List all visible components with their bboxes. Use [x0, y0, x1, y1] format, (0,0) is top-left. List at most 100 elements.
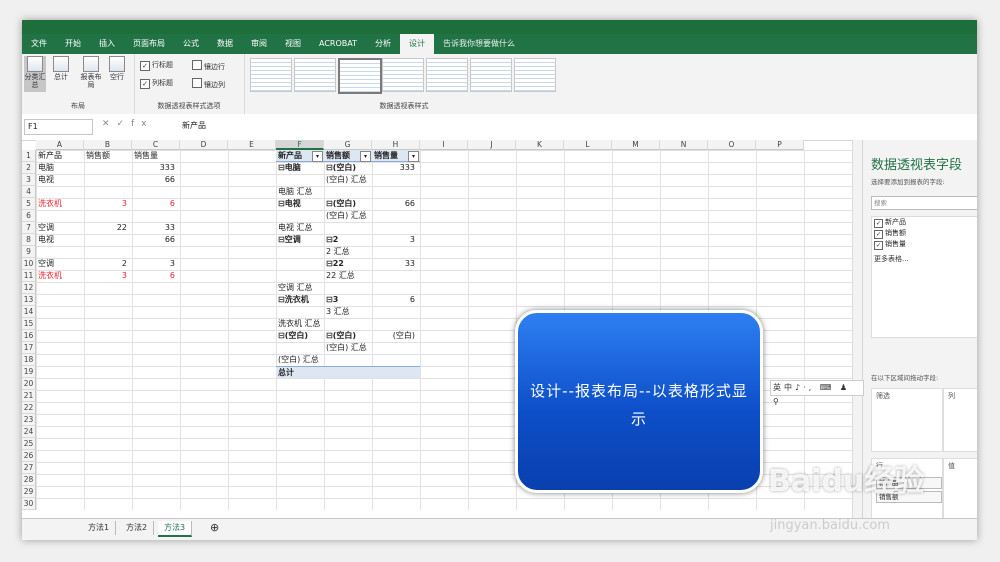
pivot-cell[interactable]: 电脑 汇总	[278, 186, 322, 198]
row-header[interactable]: 25	[22, 438, 36, 450]
table-cell[interactable]	[134, 186, 178, 198]
row-header[interactable]: 10	[22, 258, 36, 270]
filter-dropdown-icon[interactable]: ▾	[360, 151, 371, 162]
column-header[interactable]: K	[516, 140, 564, 150]
row-header[interactable]: 2	[22, 162, 36, 174]
ribbon-tab[interactable]: 设计	[400, 34, 434, 54]
row-header[interactable]: 15	[22, 318, 36, 330]
pivot-cell[interactable]: (空白) 汇总	[278, 354, 322, 366]
pivot-cell[interactable]: ⊟(空白)	[326, 198, 370, 210]
table-cell[interactable]	[38, 186, 82, 198]
pivot-cell[interactable]: 空调 汇总	[278, 282, 322, 294]
table-cell[interactable]: 电视	[38, 234, 82, 246]
pivot-cell[interactable]: (空白) 汇总	[326, 342, 370, 354]
column-header[interactable]: O	[708, 140, 756, 150]
ribbon-tab[interactable]: ACROBAT	[310, 34, 366, 54]
pivot-cell[interactable]: (空白) 汇总	[326, 210, 370, 222]
pivot-style-6[interactable]	[470, 58, 512, 92]
table-cell[interactable]	[86, 162, 130, 174]
row-header[interactable]: 21	[22, 390, 36, 402]
row-header[interactable]: 8	[22, 234, 36, 246]
add-sheet-icon[interactable]: ⊕	[204, 521, 225, 535]
pivot-cell[interactable]: 6	[374, 294, 418, 306]
row-header[interactable]: 24	[22, 426, 36, 438]
pivot-grand-total[interactable]: 总计	[276, 366, 420, 378]
table-cell[interactable]: 6	[134, 198, 178, 210]
sheet-tab[interactable]: 方法1	[82, 521, 117, 535]
row-header[interactable]: 30	[22, 498, 36, 510]
pivot-cell[interactable]	[374, 174, 418, 186]
subtotals-button[interactable]: 分类汇总	[24, 56, 46, 92]
pivot-style-2[interactable]	[294, 58, 336, 92]
pivot-cell[interactable]: ⊟3	[326, 294, 370, 306]
pivot-style-1[interactable]	[250, 58, 292, 92]
pivot-cell[interactable]: 2 汇总	[326, 246, 370, 258]
row-header[interactable]: 9	[22, 246, 36, 258]
table-cell[interactable]: 电视	[38, 174, 82, 186]
pivot-cell[interactable]	[278, 210, 322, 222]
pivot-cell[interactable]: 33	[374, 258, 418, 270]
pivot-cell[interactable]	[278, 270, 322, 282]
table-cell[interactable]: 3	[86, 198, 130, 210]
table-cell[interactable]: 空调	[38, 222, 82, 234]
table-cell[interactable]	[86, 186, 130, 198]
row-header[interactable]: 4	[22, 186, 36, 198]
sheet-tab-active[interactable]: 方法3	[158, 521, 193, 537]
filter-dropdown-icon[interactable]: ▾	[408, 151, 419, 162]
table-cell[interactable]: 22	[86, 222, 130, 234]
column-header[interactable]: P	[756, 140, 804, 150]
pivot-style-5[interactable]	[426, 58, 468, 92]
table-cell[interactable]	[86, 210, 130, 222]
more-tables-link[interactable]: 更多表格...	[872, 254, 977, 264]
pivot-cell[interactable]: 66	[374, 198, 418, 210]
pivot-cell[interactable]: (空白) 汇总	[326, 174, 370, 186]
row-header[interactable]: 22	[22, 402, 36, 414]
column-headers-checkbox[interactable]: ✓ 列标题	[140, 78, 173, 89]
pivot-style-7[interactable]	[514, 58, 556, 92]
columns-area[interactable]: 列	[943, 388, 977, 452]
table-cell[interactable]	[86, 234, 130, 246]
table-cell[interactable]: 6	[134, 270, 178, 282]
column-header[interactable]: N	[660, 140, 708, 150]
table-header[interactable]: 销售额	[86, 150, 130, 162]
fx-icon[interactable]: fx	[131, 119, 154, 129]
ribbon-tab[interactable]: 公式	[174, 34, 208, 54]
row-header[interactable]: 13	[22, 294, 36, 306]
sheet-tab[interactable]: 方法2	[120, 521, 155, 535]
pivot-cell[interactable]	[278, 258, 322, 270]
row-header[interactable]: 28	[22, 474, 36, 486]
report-layout-button[interactable]: 报表布局	[80, 56, 102, 92]
row-headers-checkbox[interactable]: ✓ 行标题	[140, 60, 173, 71]
field-item[interactable]: ✓ 销售额	[872, 228, 977, 239]
row-header[interactable]: 3	[22, 174, 36, 186]
pivot-cell[interactable]	[374, 222, 418, 234]
table-cell[interactable]: 2	[86, 258, 130, 270]
ribbon-tab[interactable]: 分析	[366, 34, 400, 54]
row-header[interactable]: 11	[22, 270, 36, 282]
pivot-header[interactable]: 销售额 ▾	[324, 150, 372, 162]
pivot-cell[interactable]: ⊟(空白)	[326, 162, 370, 174]
pivot-cell[interactable]	[326, 222, 370, 234]
ribbon-tab[interactable]: 文件	[22, 34, 56, 54]
pivot-cell[interactable]: (空白)	[374, 330, 418, 342]
column-header[interactable]: H	[372, 140, 420, 150]
pivot-header[interactable]: 销售量 ▾	[372, 150, 420, 162]
row-header[interactable]: 7	[22, 222, 36, 234]
row-header[interactable]: 5	[22, 198, 36, 210]
column-header[interactable]: B	[84, 140, 132, 150]
input-method-toolbar[interactable]: 英中♪·, ⌨ ♟ ⚲	[770, 380, 864, 406]
filter-dropdown-icon[interactable]: ▾	[312, 151, 323, 162]
name-box[interactable]: F1	[24, 119, 93, 135]
pivot-header[interactable]: 新产品 ▾	[276, 150, 324, 162]
pivot-cell[interactable]	[374, 342, 418, 354]
column-header[interactable]: D	[180, 140, 228, 150]
table-cell[interactable]: 洗衣机	[38, 270, 82, 282]
pivot-cell[interactable]: 洗衣机 汇总	[278, 318, 322, 330]
row-header[interactable]: 14	[22, 306, 36, 318]
pivot-style-3[interactable]	[338, 58, 382, 94]
table-cell[interactable]	[86, 246, 130, 258]
column-header[interactable]: L	[564, 140, 612, 150]
pivot-cell[interactable]	[278, 306, 322, 318]
table-cell[interactable]: 3	[134, 258, 178, 270]
table-cell[interactable]	[86, 174, 130, 186]
